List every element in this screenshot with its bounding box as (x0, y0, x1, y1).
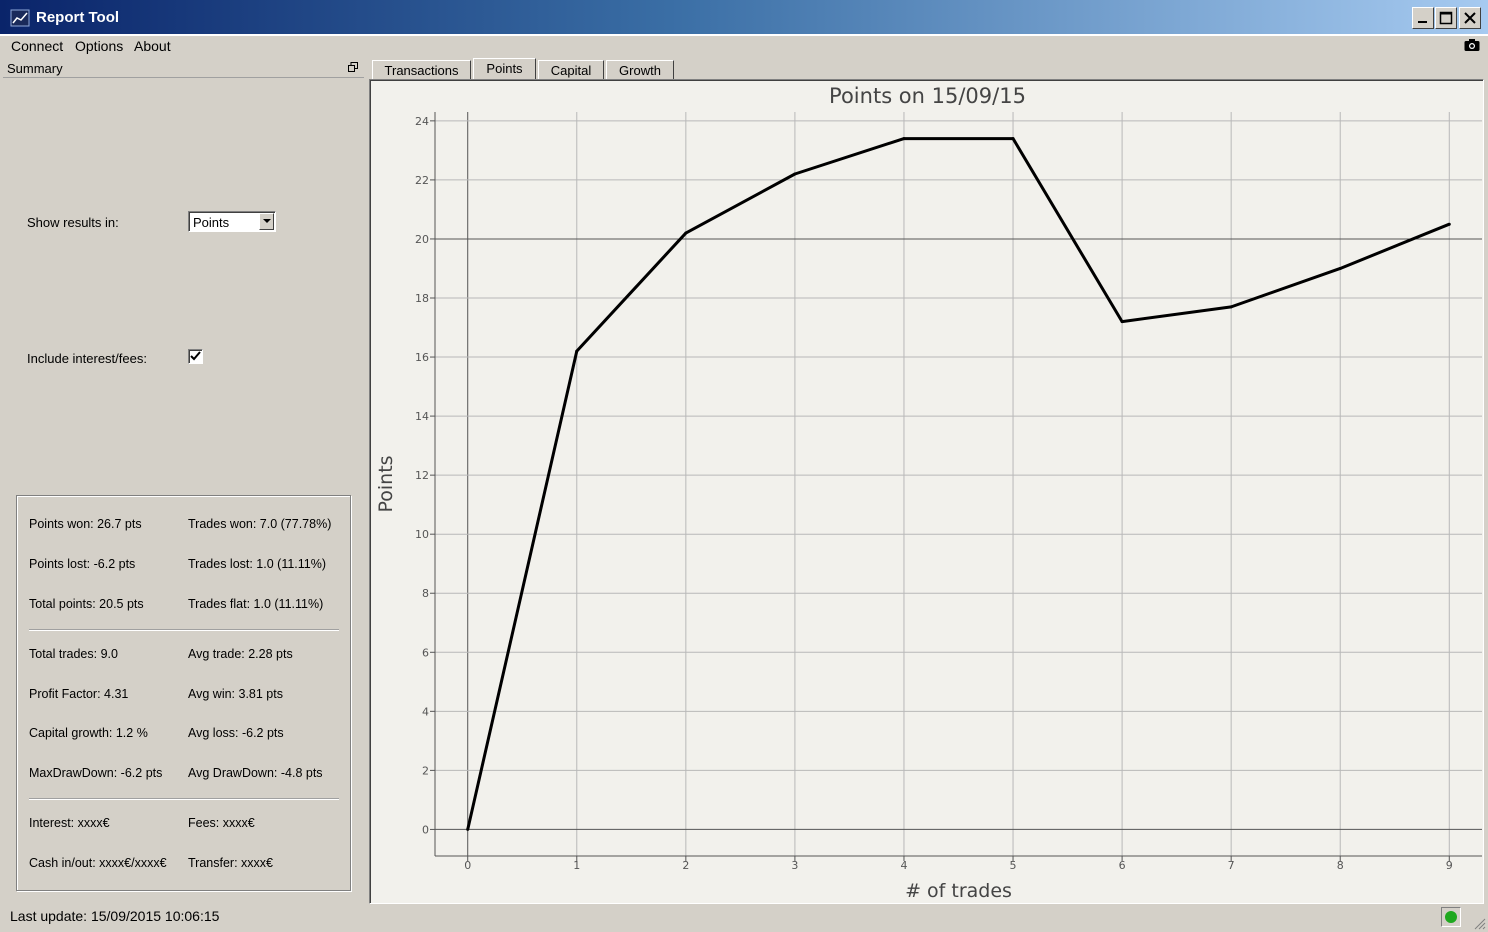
summary-stats-box: Points won: 26.7 pts Trades won: 7.0 (77… (16, 495, 351, 891)
tab-growth[interactable]: Growth (606, 60, 674, 81)
y-tick-label: 8 (422, 587, 429, 600)
app-chart-icon (10, 9, 30, 27)
show-results-select[interactable]: Points (188, 211, 276, 232)
x-tick-label: 0 (464, 859, 471, 872)
camera-icon[interactable] (1464, 38, 1480, 52)
y-tick-label: 0 (422, 823, 429, 836)
menu-options[interactable]: Options (75, 38, 123, 54)
points-line-chart: 0 1 2 3 4 5 6 7 8 9024681012141618202224 # of tra… (375, 112, 1482, 902)
x-tick-label: 6 (1119, 859, 1126, 872)
stats-divider (29, 629, 339, 631)
tab-points[interactable]: Points (473, 58, 536, 81)
data-point (1447, 222, 1451, 226)
window-title: Report Tool (36, 9, 120, 26)
last-update-text: Last update: 15/09/2015 10:06:15 (10, 908, 220, 924)
y-tick-label: 12 (415, 469, 429, 482)
y-tick-label: 20 (415, 233, 429, 246)
x-tick-label: 7 (1228, 859, 1235, 872)
stat-profit-factor: Profit Factor: 4.31 (29, 687, 129, 701)
undock-icon[interactable] (348, 62, 358, 72)
chevron-down-icon (262, 219, 271, 223)
y-axis-label: Points (375, 455, 397, 512)
stat-interest: Interest: xxxx€ (29, 816, 110, 830)
y-tick-label: 14 (415, 410, 429, 423)
minimize-icon (1418, 21, 1427, 23)
data-point (1229, 305, 1233, 309)
stat-total-points: Total points: 20.5 pts (29, 597, 144, 611)
data-point (1011, 137, 1015, 141)
summary-panel-title: Summary (7, 61, 63, 76)
y-tick-label: 22 (415, 174, 429, 187)
data-point (1338, 266, 1342, 270)
stat-max-drawdown: MaxDrawDown: -6.2 pts (29, 766, 163, 780)
series-line (466, 137, 1450, 830)
stat-cash-inout: Cash in/out: xxxx€/xxxx€ (29, 856, 167, 870)
stat-capital-growth: Capital growth: 1.2 % (29, 726, 148, 740)
close-button[interactable] (1459, 7, 1481, 29)
x-tick-label: 4 (900, 859, 907, 872)
summary-panel: Summary Show results in: Points Include … (3, 58, 364, 900)
maximize-button[interactable] (1435, 7, 1457, 29)
tab-transactions[interactable]: Transactions (372, 60, 471, 81)
stat-trades-lost: Trades lost: 1.0 (11.11%) (188, 557, 327, 571)
close-icon (1464, 12, 1476, 24)
show-results-value: Points (193, 215, 230, 230)
y-tick-label: 4 (422, 705, 429, 718)
connection-status-icon (1441, 907, 1461, 927)
stat-avg-loss: Avg loss: -6.2 pts (188, 726, 284, 740)
x-tick-label: 5 (1010, 859, 1017, 872)
menu-bar: Connect Options About (0, 36, 1488, 58)
stat-total-trades: Total trades: 9.0 (29, 647, 118, 661)
y-tick-label: 10 (415, 528, 429, 541)
stat-fees: Fees: xxxx€ (188, 816, 255, 830)
y-tick-label: 24 (415, 115, 429, 128)
x-tick-label: 8 (1337, 859, 1344, 872)
include-interest-checkbox[interactable] (188, 349, 203, 364)
include-interest-label: Include interest/fees: (27, 351, 147, 366)
data-point (684, 231, 688, 235)
stat-trades-won: Trades won: 7.0 (77.78%) (188, 517, 332, 531)
tab-capital[interactable]: Capital (538, 60, 604, 81)
x-tick-label: 9 (1446, 859, 1453, 872)
stat-avg-drawdown: Avg DrawDown: -4.8 pts (188, 766, 323, 780)
stat-avg-win: Avg win: 3.81 pts (188, 687, 283, 701)
summary-panel-header: Summary (3, 58, 364, 78)
stat-points-won: Points won: 26.7 pts (29, 517, 142, 531)
y-tick-label: 6 (422, 646, 429, 659)
y-tick-label: 16 (415, 351, 429, 364)
resize-grip-icon[interactable] (1474, 918, 1486, 930)
checkmark-icon (190, 351, 201, 361)
y-tick-label: 2 (422, 764, 429, 777)
stats-divider (29, 798, 339, 800)
panel-splitter[interactable] (364, 58, 368, 900)
y-tick-label: 18 (415, 292, 429, 305)
stat-avg-trade: Avg trade: 2.28 pts (188, 647, 293, 661)
title-bar: Report Tool (0, 0, 1488, 36)
data-point (575, 349, 579, 353)
status-bar: Last update: 15/09/2015 10:06:15 (0, 902, 1488, 932)
stat-points-lost: Points lost: -6.2 pts (29, 557, 136, 571)
x-tick-label: 2 (682, 859, 689, 872)
data-point (466, 827, 470, 831)
stat-trades-flat: Trades flat: 1.0 (11.11%) (188, 597, 324, 611)
chart-frame: Points on 15/09/15 0 1 2 3 4 5 6 7 8 9 0 2 4 6 8 10 12 14… (369, 79, 1484, 904)
x-tick-label: 1 (573, 859, 580, 872)
data-point (1120, 320, 1124, 324)
maximize-icon (1439, 11, 1453, 25)
stat-transfer: Transfer: xxxx€ (188, 856, 273, 870)
data-point (793, 172, 797, 176)
dropdown-arrow[interactable] (259, 213, 274, 230)
menu-connect[interactable]: Connect (11, 38, 63, 54)
show-results-label: Show results in: (27, 215, 119, 230)
data-point (902, 137, 906, 141)
x-tick-label: 3 (791, 859, 798, 872)
menu-about[interactable]: About (134, 38, 171, 54)
minimize-button[interactable] (1412, 7, 1434, 29)
x-axis-label: # of trades (905, 880, 1012, 902)
